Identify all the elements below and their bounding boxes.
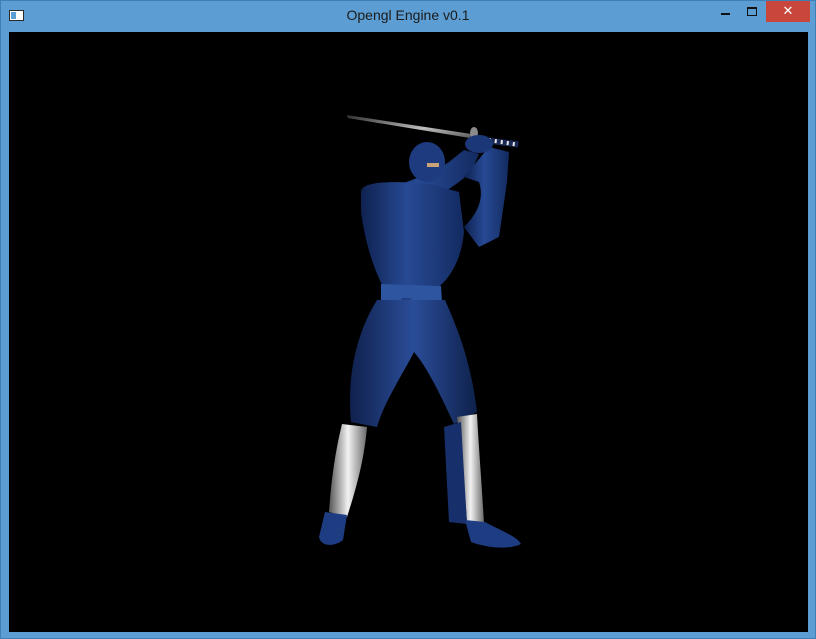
- maximize-button[interactable]: [738, 1, 765, 22]
- minimize-icon: [720, 12, 730, 15]
- app-window: Opengl Engine v0.1 ✕: [0, 0, 816, 639]
- torso: [361, 182, 464, 294]
- close-icon: ✕: [782, 4, 794, 19]
- left-shin-guard: [329, 424, 367, 517]
- window-title: Opengl Engine v0.1: [346, 7, 470, 23]
- pants: [349, 300, 477, 427]
- head: [409, 142, 445, 182]
- close-button[interactable]: ✕: [766, 1, 810, 22]
- opengl-viewport[interactable]: [9, 32, 808, 632]
- ninja-model-icon: [319, 115, 521, 548]
- minimize-button[interactable]: [712, 1, 738, 22]
- right-foot: [465, 520, 521, 548]
- hands: [465, 135, 493, 153]
- belt: [381, 284, 442, 302]
- left-foot: [319, 512, 347, 545]
- eye-slit: [427, 163, 439, 167]
- maximize-icon: [746, 7, 757, 16]
- sword-blade: [347, 115, 471, 138]
- title-bar[interactable]: Opengl Engine v0.1 ✕: [1, 1, 815, 31]
